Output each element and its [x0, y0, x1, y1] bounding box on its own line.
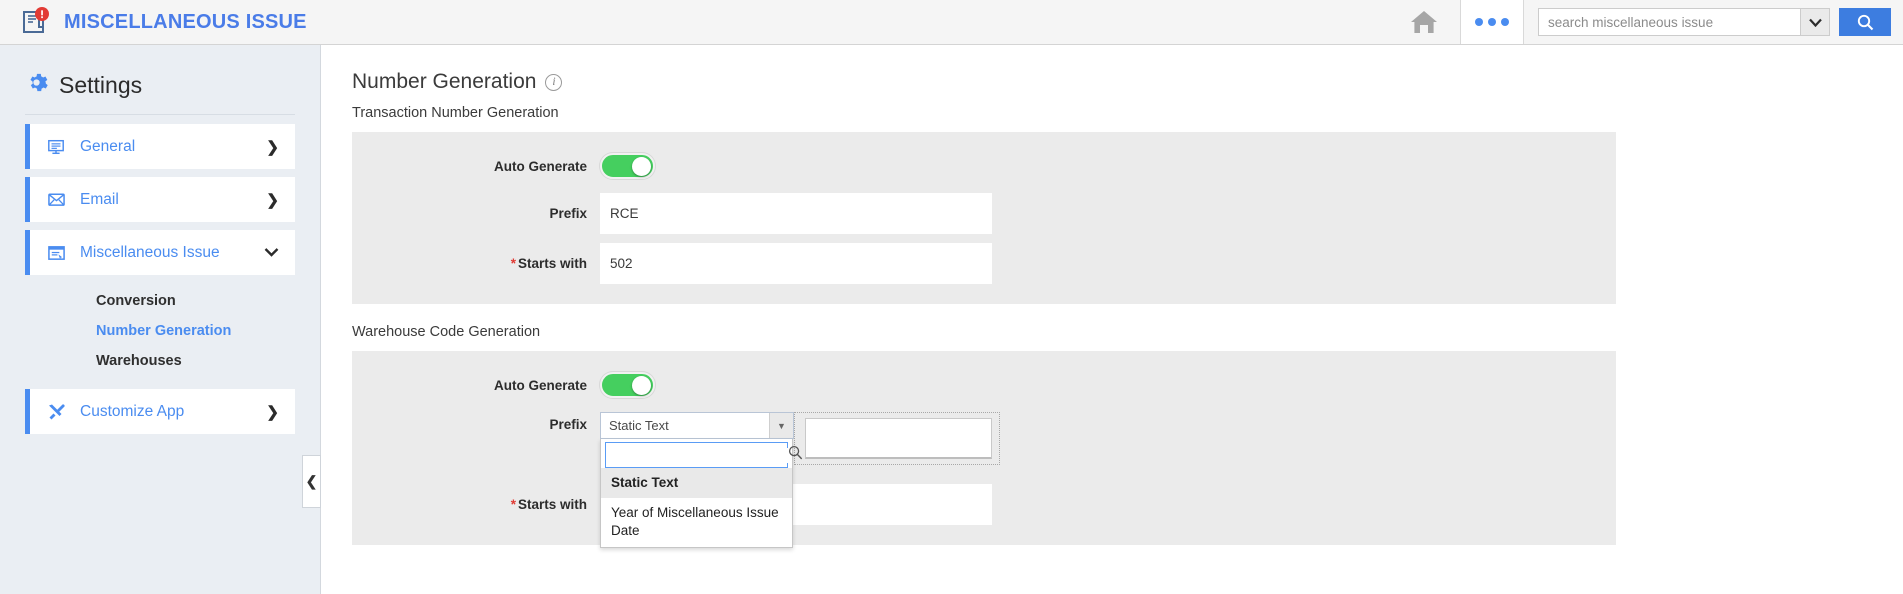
prefix-type-combobox[interactable]: Static Text ▼ Static Text Year of Miscel…	[600, 412, 803, 548]
prefix-combo-group: Static Text ▼ Static Text Year of Miscel…	[600, 412, 1000, 548]
starts-with-label-2: * Starts with	[352, 497, 600, 512]
sidebar-subitem-warehouses[interactable]: Warehouses	[0, 346, 320, 376]
sidebar-subitem-conversion[interactable]: Conversion	[0, 286, 320, 316]
combobox-selected-value: Static Text	[609, 418, 669, 433]
sidebar-subnav: Conversion Number Generation Warehouses	[0, 283, 320, 376]
search-icon	[788, 445, 803, 465]
sidebar-collapse-handle[interactable]: ❮	[302, 455, 321, 508]
static-text-dotted-container	[794, 412, 1000, 465]
dot-2	[1488, 18, 1496, 26]
more-options-icon[interactable]	[1461, 0, 1523, 44]
search-input-wrapper[interactable]	[1538, 8, 1800, 36]
sidebar-item-general[interactable]: General ❯	[25, 124, 295, 169]
prefix-row: Prefix	[352, 193, 1616, 234]
starts-with-label-text-2: Starts with	[517, 497, 587, 512]
combobox-option-label: Static Text	[611, 475, 679, 490]
warehouse-code-panel: Auto Generate Prefix Static Text ▼ Stati…	[352, 351, 1616, 548]
sidebar-subitem-label: Conversion	[96, 293, 176, 309]
dot-3	[1501, 18, 1509, 26]
section-heading-transaction: Transaction Number Generation	[352, 105, 559, 121]
prefix-input[interactable]	[600, 193, 992, 234]
search-button[interactable]	[1839, 8, 1891, 36]
sidebar-item-miscellaneous-issue[interactable]: Miscellaneous Issue	[25, 230, 295, 275]
starts-with-row: * Starts with	[352, 243, 1616, 284]
gear-icon	[25, 71, 48, 99]
prefix-label-2: Prefix	[549, 417, 587, 432]
envelope-icon	[45, 191, 67, 208]
global-search	[1524, 0, 1903, 44]
chevron-down-icon	[264, 244, 279, 261]
sidebar-item-customize-app[interactable]: Customize App ❯	[25, 389, 295, 434]
sidebar-item-label: Miscellaneous Issue	[80, 243, 220, 261]
combobox-search-input[interactable]	[612, 447, 788, 463]
prefix-label: Prefix	[549, 206, 587, 221]
info-icon[interactable]: i	[545, 73, 563, 91]
sidebar-nav: General ❯ Email ❯ Miscellaneous Issue Co…	[0, 124, 320, 434]
prefix-static-text-input[interactable]	[805, 418, 992, 459]
settings-divider	[25, 114, 295, 115]
home-icon[interactable]	[1388, 0, 1460, 44]
auto-generate-row-2: Auto Generate	[352, 367, 1616, 403]
settings-header: Settings	[0, 45, 320, 99]
sidebar-item-label: Email	[80, 190, 119, 208]
sidebar-item-label: Customize App	[80, 402, 185, 420]
required-asterisk: *	[510, 256, 516, 271]
search-input[interactable]	[1548, 9, 1791, 35]
prefix-row-2: Prefix Static Text ▼ Static Text Year of…	[352, 412, 1616, 548]
auto-generate-label-2: Auto Generate	[493, 377, 587, 393]
page-title: Number Generation	[352, 70, 537, 93]
starts-with-row-2: * Starts with	[352, 484, 1616, 525]
sidebar-item-label: General	[80, 137, 136, 155]
monitor-icon	[45, 138, 67, 156]
starts-with-label-text: Starts with	[517, 256, 587, 271]
sidebar-subitem-label: Number Generation	[96, 323, 232, 339]
top-bar: MISCELLANEOUS ISSUE	[0, 0, 1903, 45]
sidebar-subitem-number-generation[interactable]: Number Generation	[0, 316, 320, 346]
chevron-left-icon: ❮	[305, 473, 318, 489]
sidebar: Settings General ❯ Email ❯ Miscellaneous…	[0, 45, 321, 594]
main-content: Number Generation i Transaction Number G…	[322, 45, 1903, 594]
window-list-icon	[45, 244, 67, 262]
chevron-right-icon: ❯	[266, 403, 279, 421]
auto-generate-toggle[interactable]	[600, 153, 655, 179]
sidebar-subitem-label: Warehouses	[96, 353, 182, 369]
app-title: MISCELLANEOUS ISSUE	[64, 10, 307, 33]
sidebar-item-email[interactable]: Email ❯	[25, 177, 295, 222]
transaction-number-panel: Auto Generate Prefix *Starts with	[352, 132, 1616, 304]
app-brand: MISCELLANEOUS ISSUE	[0, 7, 307, 37]
dot-1	[1475, 18, 1483, 26]
combobox-dropdown-panel: Static Text Year of Miscellaneous Issue …	[600, 439, 803, 548]
starts-with-label: * Starts with	[352, 256, 600, 271]
page-header: Number Generation i	[322, 45, 1903, 94]
toggle-knob	[632, 156, 651, 176]
tools-icon	[45, 402, 67, 421]
section-heading-warehouse: Warehouse Code Generation	[352, 324, 541, 340]
toggle-knob	[632, 375, 651, 395]
settings-title: Settings	[59, 71, 143, 98]
combobox-option-year-of-misc-issue-date[interactable]: Year of Miscellaneous Issue Date	[601, 498, 792, 546]
search-scope-dropdown[interactable]	[1800, 8, 1830, 36]
auto-generate-label: Auto Generate	[493, 158, 587, 174]
auto-generate-toggle-2[interactable]	[600, 372, 655, 398]
starts-with-input[interactable]	[600, 243, 992, 284]
chevron-right-icon: ❯	[266, 138, 279, 156]
combobox-search-wrapper[interactable]	[605, 442, 803, 468]
caret-down-icon[interactable]: ▼	[769, 413, 793, 438]
required-asterisk: *	[510, 497, 516, 512]
document-alert-icon	[18, 7, 52, 37]
chevron-right-icon: ❯	[266, 191, 279, 209]
combobox-option-static-text[interactable]: Static Text	[601, 468, 792, 499]
auto-generate-row: Auto Generate	[352, 148, 1616, 184]
combobox-head[interactable]: Static Text ▼	[600, 412, 794, 439]
combobox-option-label: Year of Miscellaneous Issue Date	[611, 505, 779, 539]
